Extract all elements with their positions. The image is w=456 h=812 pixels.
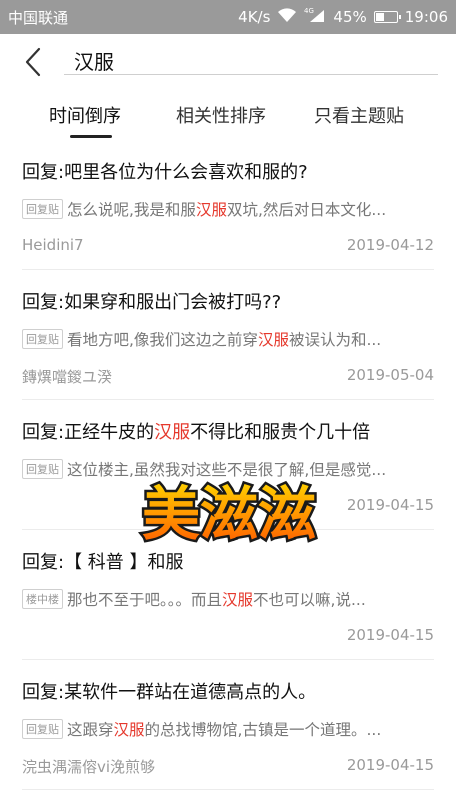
status-bar: 中国联通 4K/s 4G 45% 19:06: [0, 0, 456, 34]
post-type-badge: 楼中楼: [22, 589, 63, 609]
result-snippet-row: 回复贴 怎么说呢,我是和服汉服双坑,然后对日本文化...: [22, 198, 434, 220]
result-snippet-row: 回复贴 这位楼主,虽然我对这些不是很了解,但是感觉...: [22, 458, 434, 480]
result-snippet: 那也不至于吧。。。而且汉服不也可以嘛,说...: [67, 588, 366, 610]
search-header: 汉服: [0, 34, 456, 90]
title-text: 回复:吧里各位为什么会喜欢和服的?: [22, 162, 308, 183]
carrier-label: 中国联通: [8, 9, 69, 27]
snippet-text: 被误认为和...: [288, 331, 382, 349]
result-date: 2019-04-15: [346, 496, 434, 514]
post-type-badge: 回复贴: [22, 719, 63, 739]
result-snippet: 这位楼主,虽然我对这些不是很了解,但是感觉...: [67, 458, 386, 480]
tab-topics-only[interactable]: 只看主题贴: [314, 102, 404, 128]
result-date: 2019-05-04: [346, 366, 434, 384]
result-author[interactable]: 鏄熼噹鍐ユ湀: [22, 366, 112, 387]
battery-icon: [373, 11, 401, 23]
post-type-badge: 回复贴: [22, 329, 63, 349]
active-tab-indicator: [70, 135, 112, 138]
search-input[interactable]: 汉服: [74, 46, 114, 75]
result-title: 回复:正经牛皮的汉服不得比和服贵个几十倍: [22, 418, 370, 444]
post-type-badge: 回复贴: [22, 459, 63, 479]
result-snippet: 怎么说呢,我是和服汉服双坑,然后对日本文化...: [67, 198, 386, 220]
tab-relevance[interactable]: 相关性排序: [176, 102, 266, 128]
result-snippet: 看地方吧,像我们这边之前穿汉服被误认为和...: [67, 328, 381, 350]
search-input-underline: [64, 74, 438, 75]
title-text: 回复:如果穿和服出门会被打吗??: [22, 292, 282, 313]
post-type-badge: 回复贴: [22, 199, 63, 219]
result-item[interactable]: 回复:【 科普 】和服 楼中楼 那也不至于吧。。。而且汉服不也可以嘛,说... 201…: [22, 530, 434, 660]
chevron-left-icon[interactable]: [20, 46, 48, 78]
clock: 19:06: [404, 8, 448, 26]
result-snippet: 这跟穿汉服的总找博物馆,古镇是一个道理。...: [67, 718, 381, 740]
result-title: 回复:如果穿和服出门会被打吗??: [22, 288, 281, 314]
title-text: 回复:某软件一群站在道德高点的人。: [22, 682, 317, 703]
result-title: 回复:某软件一群站在道德高点的人。: [22, 678, 316, 704]
keyword-highlight: 汉服: [257, 331, 289, 349]
title-text: 不得比和服贵个几十倍: [190, 422, 371, 443]
snippet-text: 的总找博物馆,古镇是一个道理。...: [144, 721, 382, 739]
result-snippet-row: 回复贴 看地方吧,像我们这边之前穿汉服被误认为和...: [22, 328, 434, 350]
keyword-highlight: 汉服: [113, 721, 145, 739]
network-type: 4G: [304, 7, 314, 15]
snippet-text: 怎么说呢,我是和服: [67, 201, 196, 219]
result-author[interactable]: 浣虫湡濡傛vi浼煎够: [22, 756, 155, 777]
network-speed: 4K/s: [238, 8, 271, 26]
result-date: 2019-04-12: [346, 236, 434, 254]
keyword-highlight: 汉服: [154, 422, 191, 443]
result-item[interactable]: 回复:某软件一群站在道德高点的人。 回复贴 这跟穿汉服的总找博物馆,古镇是一个道理。…: [22, 660, 434, 790]
keyword-highlight: 汉服: [195, 201, 227, 219]
result-author[interactable]: Heidini7: [22, 236, 84, 254]
search-results: 回复:吧里各位为什么会喜欢和服的? 回复贴 怎么说呢,我是和服汉服双坑,然后对日本文…: [0, 140, 456, 790]
result-title: 回复:吧里各位为什么会喜欢和服的?: [22, 158, 308, 184]
battery-percent: 45%: [333, 8, 367, 26]
snippet-text: 看地方吧,像我们这边之前穿: [67, 331, 258, 349]
watermark-text: 美滋滋: [142, 480, 316, 548]
title-text: 回复:正经牛皮的: [22, 422, 155, 443]
sort-tabs: 时间倒序 相关性排序 只看主题贴: [0, 90, 456, 140]
keyword-highlight: 汉服: [222, 591, 254, 609]
result-title: 回复:【 科普 】和服: [22, 548, 184, 574]
result-date: 2019-04-15: [346, 626, 434, 644]
snippet-text: 那也不至于吧。。。而且: [67, 591, 223, 609]
result-date: 2019-04-15: [346, 756, 434, 774]
result-snippet-row: 回复贴 这跟穿汉服的总找博物馆,古镇是一个道理。...: [22, 718, 434, 740]
snippet-text: 不也可以嘛,说...: [253, 591, 366, 609]
snippet-text: 这跟穿: [67, 721, 114, 739]
signal-icon: 4G: [304, 7, 326, 27]
tab-time-desc[interactable]: 时间倒序: [49, 102, 121, 128]
result-snippet-row: 楼中楼 那也不至于吧。。。而且汉服不也可以嘛,说...: [22, 588, 434, 610]
status-icons: 4K/s 4G 45% 19:06: [238, 7, 448, 27]
watermark-sticker: 美滋滋: [118, 478, 340, 551]
title-text: 回复:【 科普 】和服: [22, 552, 184, 573]
wifi-icon: [277, 7, 297, 27]
snippet-text: 双坑,然后对日本文化...: [226, 201, 387, 219]
result-item[interactable]: 回复:如果穿和服出门会被打吗?? 回复贴 看地方吧,像我们这边之前穿汉服被误认为和.…: [22, 270, 434, 400]
battery-fill: [375, 13, 385, 21]
result-item[interactable]: 回复:吧里各位为什么会喜欢和服的? 回复贴 怎么说呢,我是和服汉服双坑,然后对日本文…: [22, 140, 434, 270]
snippet-text: 这位楼主,虽然我对这些不是很了解,但是感觉...: [67, 461, 387, 479]
